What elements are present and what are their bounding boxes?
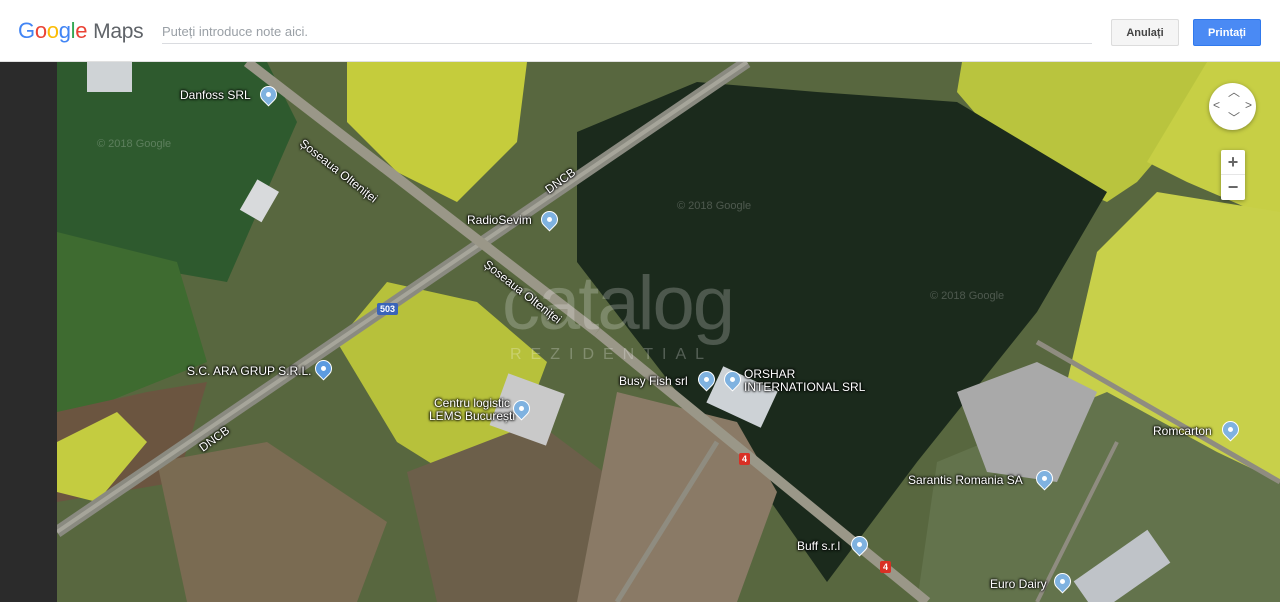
place-label: ORSHAR INTERNATIONAL SRL <box>744 367 866 394</box>
copyright-watermark: © 2018 Google <box>930 290 1005 302</box>
zoom-control: + − <box>1221 150 1245 200</box>
place-label: Sarantis Romania SA <box>908 473 1023 487</box>
place-label: Romcarton <box>1153 424 1212 438</box>
copyright-watermark: © 2018 Google <box>97 138 172 150</box>
zoom-in-button[interactable]: + <box>1221 150 1245 175</box>
place-label: Danfoss SRL <box>180 88 251 102</box>
route-shield: 4 <box>739 453 751 465</box>
route-shield: 4 <box>880 561 892 573</box>
copyright-watermark: © 2018 Google <box>677 200 752 212</box>
place-label: Buff s.r.l <box>797 539 841 553</box>
place-label: Centru logistic LEMS București <box>428 396 516 423</box>
place-label: Euro Dairy <box>990 577 1047 591</box>
google-maps-logo: Google Maps <box>18 18 144 43</box>
left-sidebar <box>0 62 57 602</box>
top-bar: GoogleMaps Anulați Printați <box>0 0 1280 62</box>
zoom-out-button[interactable]: − <box>1221 175 1245 200</box>
route-shield: 503 <box>377 303 399 315</box>
satellite-map[interactable]: © 2018 Google © 2018 Google © 2018 Googl… <box>57 62 1280 602</box>
place-label: RadioSevim <box>467 213 532 227</box>
place-label: S.C. ARA GRUP S.R.L. <box>187 364 312 378</box>
print-button[interactable]: Printați <box>1193 19 1261 46</box>
cancel-button[interactable]: Anulați <box>1111 19 1179 46</box>
satellite-imagery <box>57 62 1280 602</box>
place-label: Busy Fish srl <box>619 374 688 388</box>
notes-input[interactable] <box>162 20 1092 44</box>
compass-icon[interactable]: ︿ ﹀ < > <box>1209 83 1256 130</box>
